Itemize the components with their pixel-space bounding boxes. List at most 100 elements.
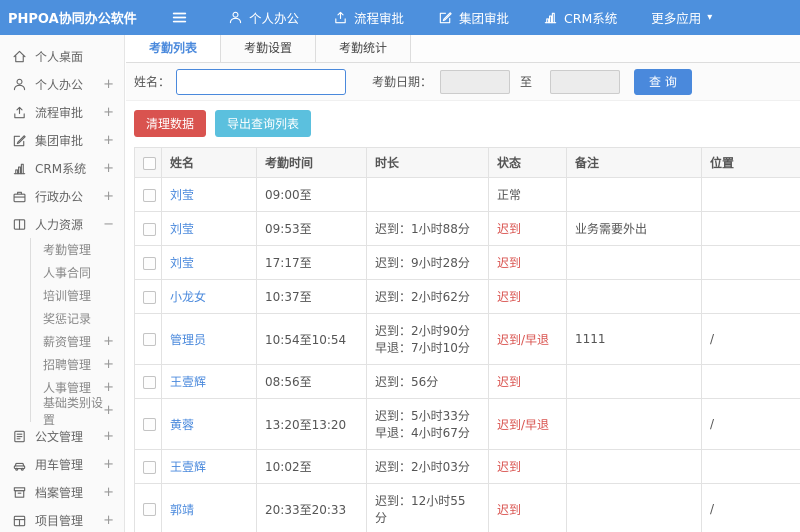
- tab[interactable]: 考勤列表: [126, 35, 221, 62]
- location-cell: [701, 211, 800, 246]
- navbar-menu-item[interactable]: 集团审批: [424, 0, 529, 35]
- location-cell: [701, 177, 800, 212]
- expand-toggle-icon: +: [103, 380, 114, 395]
- export-list-button[interactable]: 导出查询列表: [215, 110, 312, 137]
- row-checkbox[interactable]: [143, 418, 156, 431]
- duration-cell: 迟到：9小时28分: [366, 245, 489, 280]
- tab[interactable]: 考勤设置: [221, 35, 316, 62]
- note-cell: [566, 279, 702, 314]
- sidebar-item[interactable]: 集团审批 +: [0, 126, 124, 154]
- status-cell: 迟到: [488, 211, 567, 246]
- status-cell: 正常: [488, 177, 567, 212]
- sidebar-subitem[interactable]: 奖惩记录: [31, 307, 124, 330]
- sidebar-subitem-label: 基础类别设置: [43, 395, 104, 427]
- sidebar-item[interactable]: 用车管理 +: [0, 450, 124, 478]
- employee-name-link[interactable]: 管理员: [170, 333, 206, 347]
- row-checkbox[interactable]: [143, 188, 156, 202]
- sidebar-toggle-button[interactable]: [171, 9, 188, 26]
- attendance-table: 姓名 考勤时间 时长 状态 备注 位置 刘莹 09:00至 正常 刘莹 09:5…: [134, 147, 800, 532]
- sidebar-item[interactable]: 项目管理 +: [0, 506, 124, 532]
- sidebar-item[interactable]: 人力资源 −: [0, 210, 124, 238]
- search-button[interactable]: 查 询: [634, 68, 692, 95]
- expand-toggle-icon: +: [103, 160, 114, 176]
- sidebar-item-label: 用车管理: [35, 457, 84, 472]
- navbar-item-icon: [228, 10, 243, 25]
- table-row: 王壹辉 08:56至 迟到：56分 迟到: [134, 364, 800, 399]
- navbar-menu-item[interactable]: 个人办公: [214, 0, 319, 35]
- tab[interactable]: 考勤统计: [316, 35, 411, 62]
- navbar-menu-item[interactable]: 更多应用 ▾: [637, 0, 726, 35]
- row-checkbox[interactable]: [143, 222, 156, 236]
- name-input[interactable]: [176, 68, 347, 95]
- sidebar-item-icon: [12, 217, 27, 232]
- location-cell: [701, 364, 800, 399]
- row-checkbox[interactable]: [143, 375, 156, 389]
- sidebar-item[interactable]: 个人桌面: [0, 42, 124, 70]
- sidebar-subitem-label: 薪资管理: [43, 335, 92, 349]
- row-checkbox[interactable]: [143, 290, 156, 304]
- employee-name-link[interactable]: 刘莹: [170, 256, 194, 270]
- expand-toggle-icon: +: [103, 132, 114, 148]
- date-to-input[interactable]: [550, 69, 621, 94]
- employee-name-link[interactable]: 小龙女: [170, 290, 206, 304]
- employee-name-link[interactable]: 黄蓉: [170, 418, 194, 432]
- row-checkbox[interactable]: [143, 503, 156, 516]
- sidebar-item-icon: [12, 133, 27, 148]
- sidebar-item[interactable]: 档案管理 +: [0, 478, 124, 506]
- sidebar-item[interactable]: 个人办公 +: [0, 70, 124, 98]
- duration-cell: [366, 177, 489, 212]
- row-checkbox-cell: [134, 211, 162, 246]
- employee-name-link[interactable]: 王壹辉: [170, 460, 206, 474]
- column-header-status: 状态: [488, 147, 567, 178]
- row-checkbox[interactable]: [143, 333, 156, 346]
- navbar-item-icon: [333, 10, 348, 25]
- navbar-item-label: 个人办公: [249, 11, 300, 26]
- name-cell: 郭靖: [161, 483, 257, 532]
- note-cell: [566, 449, 702, 484]
- header-checkbox-cell: [134, 147, 162, 178]
- sidebar-subitem[interactable]: 招聘管理 +: [31, 353, 124, 376]
- employee-name-link[interactable]: 刘莹: [170, 222, 194, 236]
- note-cell: [566, 364, 702, 399]
- sidebar-item[interactable]: 流程审批 +: [0, 98, 124, 126]
- row-checkbox-cell: [134, 245, 162, 280]
- attendance-time-cell: 17:17至: [256, 245, 367, 280]
- select-all-checkbox[interactable]: [143, 156, 156, 170]
- sidebar-subitem[interactable]: 人事合同: [31, 261, 124, 284]
- employee-name-link[interactable]: 王壹辉: [170, 375, 206, 389]
- location-cell: /: [701, 398, 800, 450]
- navbar-item-label: 流程审批: [354, 11, 405, 26]
- name-cell: 刘莹: [161, 245, 257, 280]
- row-checkbox-cell: [134, 364, 162, 399]
- expand-toggle-icon: +: [103, 512, 114, 528]
- date-from-input[interactable]: [440, 69, 511, 94]
- sidebar: 个人桌面 个人办公 + 流程审批 + 集团审批 + CRM系统 + 行政办公 +…: [0, 35, 125, 532]
- table-row: 王壹辉 10:02至 迟到：2小时03分 迟到: [134, 449, 800, 484]
- navbar-menu-item[interactable]: 流程审批: [319, 0, 424, 35]
- attendance-time-cell: 10:54至10:54: [256, 313, 367, 365]
- sidebar-item-label: CRM系统: [35, 161, 87, 176]
- navbar-item-label: CRM系统: [564, 11, 618, 26]
- clear-data-button[interactable]: 清理数据: [134, 110, 207, 137]
- navbar-item-label: 更多应用: [651, 11, 702, 26]
- sidebar-subitem[interactable]: 考勤管理: [31, 238, 124, 261]
- note-cell: [566, 483, 702, 532]
- sidebar-item[interactable]: 行政办公 +: [0, 182, 124, 210]
- status-cell: 迟到: [488, 279, 567, 314]
- row-checkbox[interactable]: [143, 256, 156, 270]
- attendance-time-cell: 09:00至: [256, 177, 367, 212]
- duration-cell: 迟到：56分: [366, 364, 489, 399]
- duration-cell: 迟到：12小时55 分: [366, 483, 489, 532]
- sidebar-subitem[interactable]: 基础类别设置 +: [31, 396, 124, 427]
- sidebar-item[interactable]: CRM系统 +: [0, 154, 124, 182]
- navbar-item-label: 集团审批: [459, 11, 510, 26]
- sidebar-subitem[interactable]: 薪资管理 +: [31, 330, 124, 353]
- row-checkbox[interactable]: [143, 460, 156, 474]
- sidebar-item-icon: [12, 49, 27, 64]
- employee-name-link[interactable]: 刘莹: [170, 188, 194, 202]
- sidebar-item-label: 个人桌面: [35, 49, 84, 64]
- navbar-menu-item[interactable]: CRM系统: [529, 0, 637, 35]
- sidebar-item-label: 行政办公: [35, 189, 84, 204]
- employee-name-link[interactable]: 郭靖: [170, 503, 194, 517]
- sidebar-subitem[interactable]: 培训管理: [31, 284, 124, 307]
